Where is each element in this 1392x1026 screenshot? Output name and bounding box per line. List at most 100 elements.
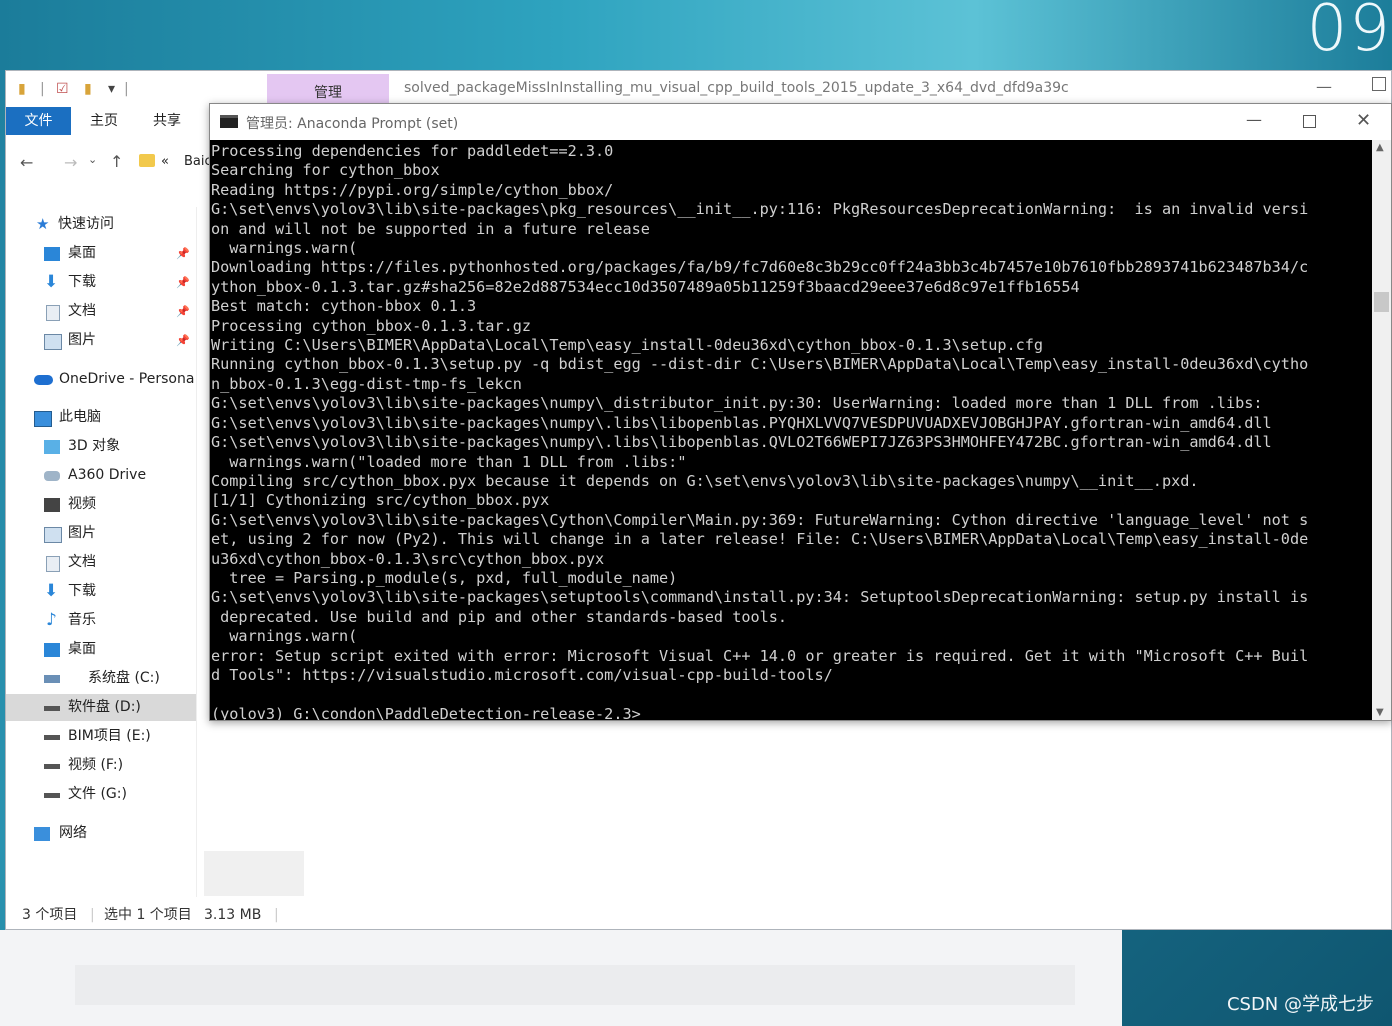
console-line: (yolov3) G:\condon\PaddleDetection-relea… [211,704,641,720]
minimize-button[interactable]: — [1246,110,1262,129]
pin-icon[interactable]: 📌 [176,240,190,267]
document-icon [46,305,60,321]
sidebar-item-onedrive[interactable]: OneDrive - Persona [6,366,196,393]
breadcrumb-chevron-icon[interactable]: « [161,154,169,169]
explorer-title-bar: ▮ | ☑ ▮ ▾ | 管理 solved_packageMissInInsta… [6,71,1391,107]
scroll-up-arrow-icon[interactable]: ▲ [1376,142,1384,153]
sidebar-item-drive-f[interactable]: 视频 (F:) [6,752,196,779]
breadcrumb[interactable]: Baic [184,154,212,169]
network-icon [34,827,50,841]
music-icon: ♪ [46,610,57,630]
console-scrollbar[interactable]: ▲ ▼ [1372,140,1391,720]
console-line: Writing C:\Users\BIMER\AppData\Local\Tem… [211,336,1044,355]
forward-arrow-icon[interactable]: → [64,153,77,172]
status-separator: | [90,907,95,923]
console-line: warnings.warn( [211,627,358,646]
pin-icon[interactable]: 📌 [176,298,190,325]
sidebar-item-music[interactable]: ♪ 音乐 [6,607,196,634]
desktop-clock: 09 [1306,0,1392,66]
sidebar-item-drive-g[interactable]: 文件 (G:) [6,781,196,808]
scroll-down-arrow-icon[interactable]: ▼ [1376,707,1384,718]
sidebar-item-pictures-pc[interactable]: 图片 [6,520,196,547]
pane-divider[interactable] [196,207,197,897]
close-button[interactable]: ✕ [1356,110,1371,131]
console-line: G:\set\envs\yolov3\lib\site-packages\pkg… [211,200,1309,219]
tab-home[interactable]: 主页 [90,107,118,135]
console-title: 管理员: Anaconda Prompt (set) [246,116,459,132]
sidebar-item-drive-e[interactable]: BIM项目 (E:) [6,723,196,750]
anaconda-prompt-window: 管理员: Anaconda Prompt (set) — ✕ Processin… [209,103,1392,721]
back-arrow-icon[interactable]: ← [20,153,33,172]
navigation-bar: ← → ⌄ ↑ « Baic [6,141,212,187]
sidebar-item-documents-pc[interactable]: 文档 [6,549,196,576]
drive-icon [44,764,60,769]
desktop-window-shadow [0,930,1122,1026]
sidebar-item-pictures[interactable]: 图片 📌 [6,327,196,354]
desktop-wallpaper [0,0,1392,70]
sidebar-item-desktop[interactable]: 桌面 📌 [6,240,196,267]
console-line: n_bbox-0.1.3\egg-dist-tmp-fs_lekcn [211,374,522,393]
sidebar-item-network[interactable]: 网络 [6,820,196,847]
scrollbar-thumb[interactable] [1374,292,1389,312]
tab-file[interactable]: 文件 [6,107,71,135]
tab-share[interactable]: 共享 [153,107,181,135]
console-line: Compiling src/cython_bbox.pyx because it… [211,471,1199,490]
console-line: u36xd\cython_bbox-0.1.3\src\cython_bbox.… [211,549,605,568]
console-line: d Tools": https://visualstudio.microsoft… [211,665,833,684]
properties-icon[interactable]: ☑ [56,81,69,97]
watermark: CSDN @学成七步 [1226,994,1374,1015]
status-selected-count: 选中 1 个项目 [104,907,192,923]
system-drive-icon [44,675,60,683]
sidebar-item-drive-c[interactable]: 系统盘 (C:) [6,665,196,692]
sidebar-item-3d-objects[interactable]: 3D 对象 [6,433,196,460]
video-icon [44,498,60,512]
sidebar-item-downloads[interactable]: ⬇ 下载 📌 [6,269,196,296]
console-icon[interactable] [220,115,238,128]
console-line: Processing dependencies for paddledet==2… [211,142,614,160]
navigation-pane: ★ 快速访问 桌面 📌 ⬇ 下载 📌 文档 📌 图片 📌 OneDrive - … [6,207,196,897]
cube-icon [44,440,60,454]
sidebar-item-desktop-pc[interactable]: 桌面 [6,636,196,663]
separator-icon: | [40,81,45,97]
maximize-button[interactable] [1372,77,1386,91]
maximize-button[interactable] [1303,115,1316,128]
console-text: Processing dependencies for paddledet==2… [210,140,1372,720]
console-line: Best match: cython-bbox 0.1.3 [211,297,477,316]
status-separator: | [274,907,279,923]
picture-icon [44,334,62,350]
sidebar-item-a360-drive[interactable]: A360 Drive [6,462,196,489]
sidebar-item-this-pc[interactable]: 此电脑 [6,404,196,431]
console-line: [1/1] Cythonizing src/cython_bbox.pyx [211,491,550,510]
sidebar-item-downloads-pc[interactable]: ⬇ 下载 [6,578,196,605]
console-line: tree = Parsing.p_module(s, pxd, full_mod… [211,568,678,587]
recent-locations-chevron-icon[interactable]: ⌄ [88,153,97,166]
customize-toolbar-icon[interactable]: ▾ [108,81,115,97]
explorer-title: solved_packageMissInInstalling_mu_visual… [404,80,1069,96]
tab-manage[interactable]: 管理 [267,74,389,106]
console-line: Running cython_bbox-0.1.3\setup.py -q bd… [211,355,1309,374]
computer-icon [34,411,52,427]
console-title-bar: 管理员: Anaconda Prompt (set) — ✕ [210,104,1391,140]
sidebar-item-quick-access[interactable]: ★ 快速访问 [6,211,196,238]
separator-icon: | [124,81,129,97]
sidebar-item-documents[interactable]: 文档 📌 [6,298,196,325]
sidebar-item-drive-d[interactable]: 软件盘 (D:) [6,694,196,721]
console-line: Processing cython_bbox-0.1.3.tar.gz [211,316,532,335]
new-folder-icon[interactable]: ▮ [84,81,92,97]
console-line: on and will not be supported in a future… [211,219,650,238]
status-bar: 3 个项目 | 选中 1 个项目 3.13 MB | [6,901,1391,929]
minimize-button[interactable]: — [1316,77,1332,96]
console-line: G:\set\envs\yolov3\lib\site-packages\num… [211,433,1272,452]
star-icon: ★ [36,215,50,233]
console-line: Searching for cython_bbox [211,161,440,180]
desktop-icon [44,643,60,657]
up-arrow-icon[interactable]: ↑ [110,152,123,171]
sidebar-item-videos[interactable]: 视频 [6,491,196,518]
cloud-icon [34,375,53,385]
pin-icon[interactable]: 📌 [176,327,190,354]
console-line: Downloading https://files.pythonhosted.o… [211,258,1309,277]
download-icon: ⬇ [44,272,59,292]
picture-icon [44,527,62,543]
console-output[interactable]: Processing dependencies for paddledet==2… [210,140,1372,720]
pin-icon[interactable]: 📌 [176,269,190,296]
